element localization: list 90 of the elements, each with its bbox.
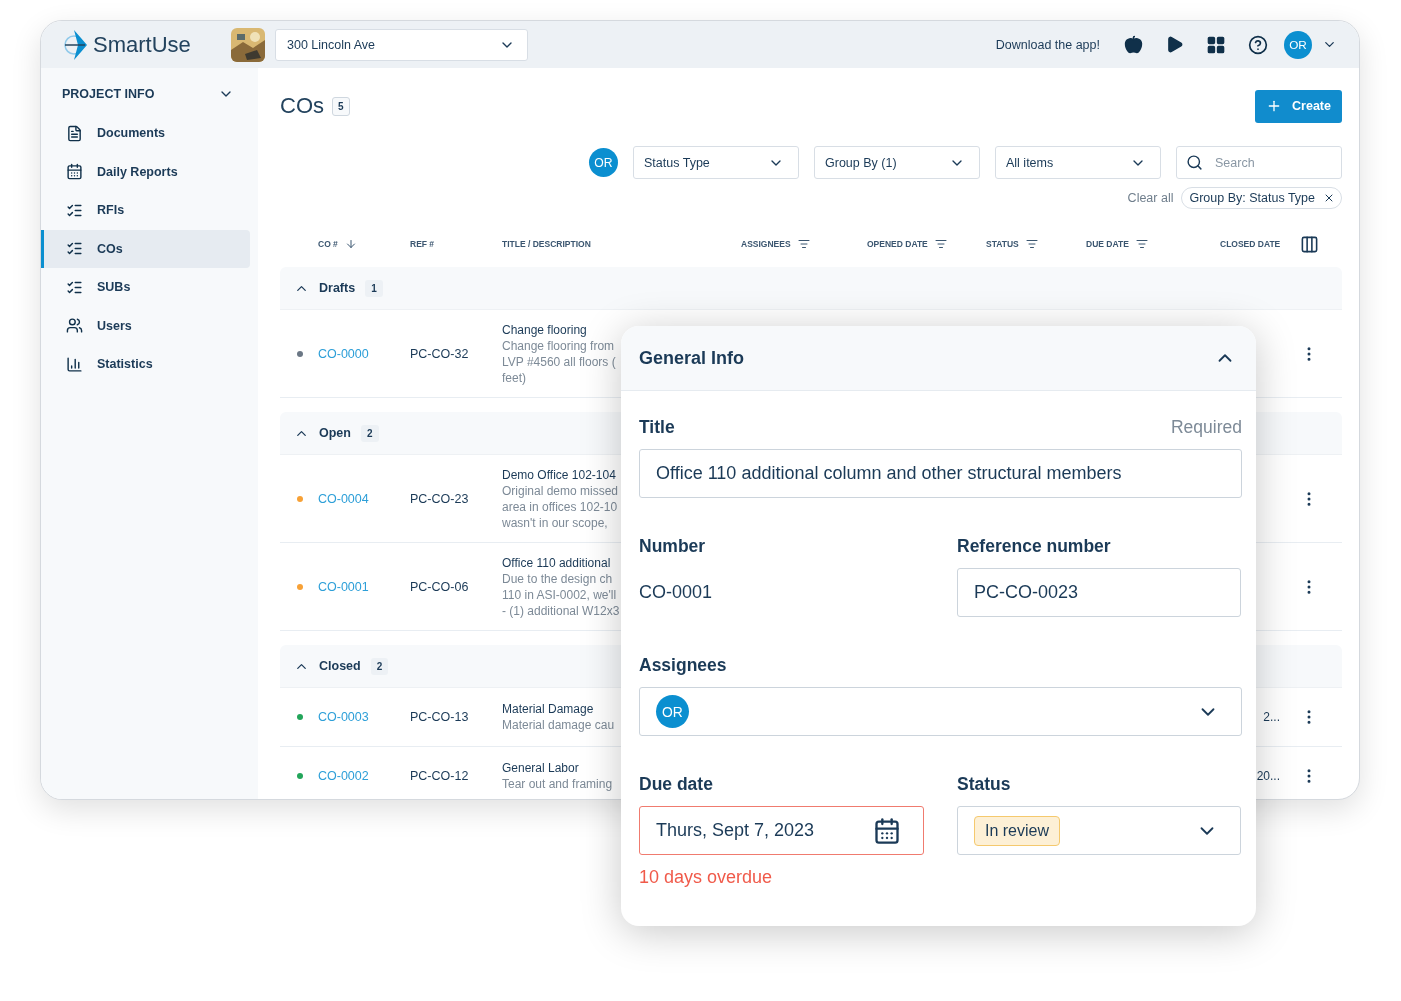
overdue-message: 10 days overdue (639, 867, 774, 888)
field-label: Due date (639, 773, 713, 795)
card-header[interactable]: General Info (621, 326, 1256, 391)
reference-input[interactable]: PC-CO-0023 (957, 568, 1241, 617)
user-avatar: OR (656, 695, 689, 728)
assignees-select[interactable]: OR (639, 687, 1242, 736)
row-description: area in offices 102-10 (502, 499, 618, 514)
field-label: Title (639, 416, 675, 438)
chart-icon (66, 355, 83, 373)
number-value: CO-0001 (639, 581, 714, 604)
filter-select[interactable]: All items (995, 146, 1161, 179)
project-select[interactable]: 300 Lincoln Ave (275, 28, 528, 61)
column-header: STATUS (986, 239, 1019, 249)
sidebar-item[interactable]: COs (41, 229, 250, 268)
row-description: Material damage cau (502, 718, 615, 732)
row-description: LVP #4560 all floors ( (502, 354, 616, 369)
apple-icon[interactable] (1124, 35, 1143, 54)
logo-text: SmartUse (93, 31, 191, 58)
sidebar-item[interactable]: Users (41, 306, 250, 345)
row-description: Original demo missed (502, 483, 619, 498)
row-title: Demo Office 102-104 (502, 467, 616, 482)
field-label: Number (639, 535, 706, 557)
close-icon[interactable] (1323, 192, 1335, 204)
ref-cell-text: PC-CO-32 (410, 346, 470, 361)
column-header: REF # (410, 239, 435, 249)
create-button[interactable]: Create (1255, 89, 1342, 123)
count-badge: 5 (332, 96, 350, 116)
ref-cell-text: PC-CO-13 (410, 710, 470, 724)
user-avatar[interactable]: OR (589, 148, 618, 177)
sort-arrow-icon[interactable] (344, 238, 357, 250)
row-description: wasn't in our scope, (502, 515, 608, 530)
count-badge: 2 (360, 424, 379, 442)
row-description: feet) (502, 370, 526, 385)
columns-icon[interactable] (1300, 234, 1319, 254)
field-label: Status (957, 773, 1011, 795)
row-description: Change flooring from (502, 338, 615, 353)
sidebar-item[interactable]: SUBs (41, 268, 250, 307)
play-icon[interactable] (1165, 35, 1184, 54)
row-title: Change flooring (502, 322, 587, 337)
closed-date-cell-text: 2... (1263, 710, 1281, 724)
column-header: TITLE / DESCRIPTION (502, 239, 591, 249)
column-header: OPENED DATE (867, 239, 928, 249)
page-title: COs (280, 93, 324, 119)
sidebar-item[interactable]: Daily Reports (41, 152, 250, 191)
document-icon (66, 124, 83, 142)
filter-icon[interactable] (1135, 238, 1148, 250)
filter-icon[interactable] (1025, 238, 1038, 250)
row-description: Tear out and framing (502, 777, 613, 791)
calendar-icon[interactable] (873, 816, 901, 845)
closed-date-cell-text: 20... (1256, 769, 1281, 783)
status-tag: In review (974, 815, 1061, 846)
field-label: Assignees (639, 654, 727, 676)
help-icon[interactable] (1248, 34, 1268, 55)
column-header: DUE DATE (1086, 239, 1129, 249)
user-avatar[interactable]: OR (1284, 30, 1312, 59)
row-description: Due to the design ch (502, 571, 613, 586)
count-badge: 2 (370, 657, 389, 675)
ref-cell-text: PC-CO-06 (410, 579, 470, 594)
row-description: 110 in ASI-0002, we'll (502, 587, 617, 602)
sidebar-item[interactable]: Documents (41, 114, 250, 153)
group-header[interactable]: Drafts 1 (280, 267, 1342, 310)
ref-cell-text: PC-CO-12 (410, 769, 470, 783)
row-title: General Labor (502, 761, 579, 775)
sidebar-item[interactable]: Statistics (41, 345, 250, 384)
row-title: Material Damage (502, 702, 594, 716)
status-select[interactable]: In review (957, 806, 1241, 855)
calendar-icon (66, 163, 83, 181)
filter-select[interactable]: Status Type (633, 146, 799, 179)
clear-all-link[interactable]: Clear all (1127, 191, 1174, 205)
row-title: Office 110 additional (502, 555, 611, 570)
filter-select[interactable]: Group By (1) (814, 146, 980, 179)
required-hint: Required (1170, 416, 1242, 438)
search-icon (1186, 154, 1203, 171)
filter-icon[interactable] (934, 238, 947, 250)
row-description: - (1) additional W12x3 (502, 603, 620, 618)
due-date-field[interactable]: Thurs, Sept 7, 2023 (639, 806, 924, 855)
title-input[interactable]: Office 110 additional column and other structural members (639, 449, 1242, 498)
column-header: ASSIGNEES (741, 239, 791, 249)
filter-icon[interactable] (797, 238, 810, 250)
field-label: Reference number (957, 535, 1111, 557)
search-field[interactable]: Search (1176, 146, 1342, 179)
column-header: CO # (318, 239, 338, 249)
users-icon (66, 317, 83, 335)
ref-cell-text: PC-CO-23 (410, 491, 470, 506)
download-text: Download the app! (995, 37, 1100, 52)
sidebar-item[interactable]: RFIs (41, 191, 250, 230)
section-header: PROJECT INFO (62, 87, 155, 101)
column-header: CLOSED DATE (1220, 239, 1281, 249)
grid-icon[interactable] (1206, 34, 1226, 55)
count-badge: 1 (365, 279, 383, 297)
